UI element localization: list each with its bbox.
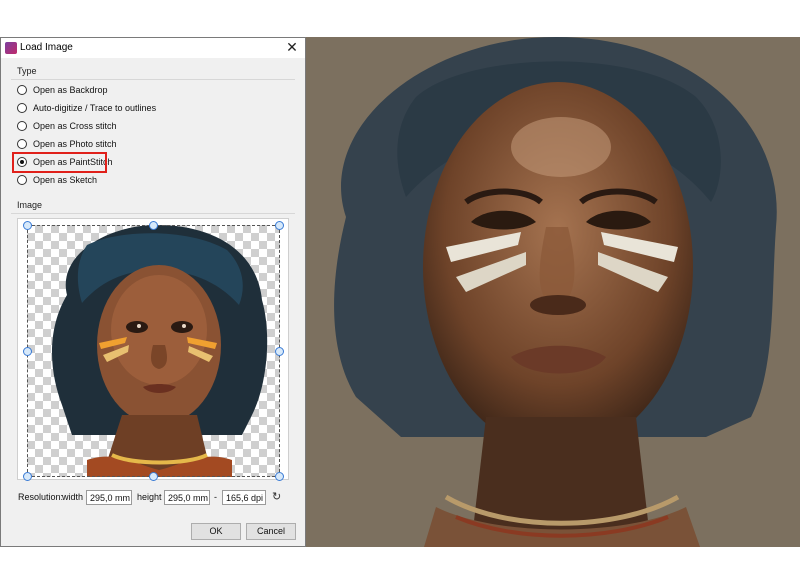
image-group-divider: [11, 213, 295, 214]
cancel-button[interactable]: Cancel: [246, 523, 296, 540]
radio-button[interactable]: [17, 121, 27, 131]
image-preview[interactable]: [17, 218, 289, 481]
width-field[interactable]: 295,0 mm: [86, 490, 132, 505]
image-section-label: Image: [17, 200, 43, 210]
type-section-label: Type: [17, 66, 37, 76]
resize-handle-bottom[interactable]: [149, 472, 158, 481]
resize-handle-top-right[interactable]: [275, 221, 284, 230]
close-icon: ✕: [286, 39, 298, 55]
dpi-field[interactable]: 165,6 dpi: [222, 490, 266, 505]
type-group-divider: [11, 79, 295, 80]
radio-button[interactable]: [17, 139, 27, 149]
resize-handle-right[interactable]: [275, 347, 284, 356]
radio-button[interactable]: [17, 85, 27, 95]
separator: -: [214, 492, 217, 502]
reset-icon[interactable]: ↻: [272, 490, 281, 503]
dialog-title: Load Image: [20, 42, 73, 53]
crop-frame[interactable]: [27, 225, 280, 477]
resolution-row: Resolution: width 295,0 mm height 295,0 …: [18, 490, 298, 506]
radio-button[interactable]: [17, 175, 27, 185]
radio-label: Open as Cross stitch: [33, 121, 117, 131]
resize-handle-bottom-left[interactable]: [23, 472, 32, 481]
resize-handle-bottom-right[interactable]: [275, 472, 284, 481]
radio-label: Open as Photo stitch: [33, 139, 117, 149]
resize-handle-top[interactable]: [149, 221, 158, 230]
embroidered-portrait: [334, 37, 777, 547]
app-icon: [5, 42, 17, 54]
radio-label: Open as Sketch: [33, 175, 98, 185]
radio-auto-digitize[interactable]: Auto-digitize / Trace to outlines: [17, 101, 156, 115]
title-bar: Load Image ✕: [1, 38, 305, 58]
radio-label: Auto-digitize / Trace to outlines: [33, 103, 157, 113]
paintstitch-preview-image: [306, 37, 800, 547]
radio-button[interactable]: [17, 103, 27, 113]
resize-handle-top-left[interactable]: [23, 221, 32, 230]
close-button[interactable]: ✕: [283, 39, 301, 57]
resolution-label: Resolution:: [18, 492, 64, 502]
radio-open-as-photo-stitch[interactable]: Open as Photo stitch: [17, 137, 117, 151]
radio-open-as-cross-stitch[interactable]: Open as Cross stitch: [17, 119, 117, 133]
width-label: width: [62, 492, 84, 502]
radio-label: Open as Backdrop: [33, 85, 108, 95]
height-field[interactable]: 295,0 mm: [164, 490, 210, 505]
radio-open-as-backdrop[interactable]: Open as Backdrop: [17, 83, 108, 97]
selection-highlight-box: [12, 152, 107, 173]
resize-handle-left[interactable]: [23, 347, 32, 356]
radio-open-as-sketch[interactable]: Open as Sketch: [17, 173, 97, 187]
ok-button[interactable]: OK: [191, 523, 241, 540]
height-label: height: [137, 492, 162, 502]
load-image-dialog: Load Image ✕ Type Open as Backdrop Auto-…: [0, 37, 306, 547]
